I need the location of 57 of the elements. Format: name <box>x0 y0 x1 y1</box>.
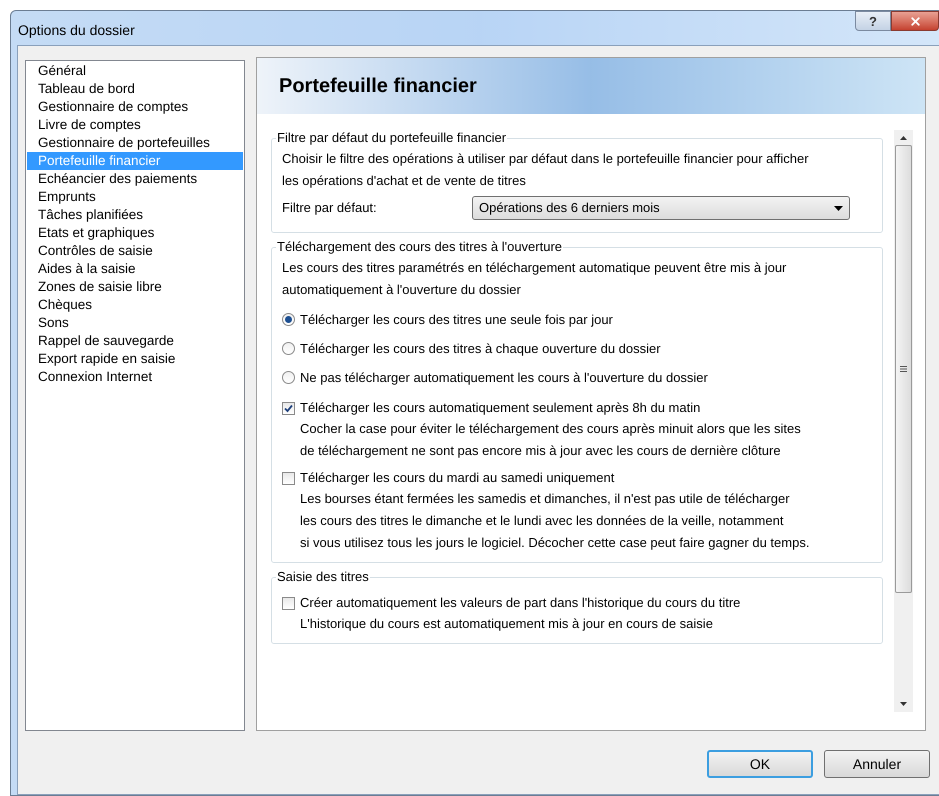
scroll-up-icon <box>900 136 907 140</box>
category-item[interactable]: Echéancier des paiements <box>27 170 243 188</box>
category-item[interactable]: Contrôles de saisie <box>27 242 243 260</box>
category-item[interactable]: Zones de saisie libre <box>27 278 243 296</box>
description-line: les opérations d'achat et de vente de titres <box>282 172 527 190</box>
radio-button[interactable] <box>282 342 295 355</box>
category-item[interactable]: Général <box>27 62 243 80</box>
checkmark-icon <box>284 404 293 412</box>
checkbox-label[interactable]: Télécharger les cours du mardi au samedi uniquement <box>300 468 614 488</box>
description-line: automatiquement à l'ouverture du dossier <box>282 281 522 299</box>
radio-button[interactable] <box>282 313 295 326</box>
description-line: de téléchargement ne sont pas encore mis à jour avec les cours de dernière clôture <box>300 442 782 460</box>
description-line: L'historique du cours est automatiquement mis à jour en cours de saisie <box>300 615 714 633</box>
window-title: Options du dossier <box>18 21 135 40</box>
category-item[interactable]: Tâches planifiées <box>27 206 243 224</box>
checkbox-label[interactable]: Télécharger les cours automatiquement seulement après 8h du matin <box>300 398 700 418</box>
scroll-down-icon <box>900 702 907 706</box>
category-item[interactable]: Emprunts <box>27 188 243 206</box>
category-item[interactable]: Livre de comptes <box>27 116 243 134</box>
description-line: Les cours des titres paramétrés en téléchargement automatique peuvent être mis à jour <box>282 259 788 277</box>
description-line: les cours des titres le dimanche et le lundi avec les données de la veille, notamment <box>300 512 784 530</box>
checkbox[interactable] <box>282 472 295 484</box>
field-label: Filtre par défaut: <box>282 199 378 218</box>
description-line: Les bourses étant fermées les samedis et dimanches, il n'est pas utile de télécharger <box>300 490 791 508</box>
category-item[interactable]: Etats et graphiques <box>27 224 243 242</box>
dialog-button[interactable]: Annuler <box>824 750 930 778</box>
category-item[interactable]: Sons <box>27 314 243 332</box>
category-item[interactable]: Aides à la saisie <box>27 260 243 278</box>
filter-dropdown[interactable]: Opérations des 6 derniers mois <box>472 196 850 220</box>
radio-label[interactable]: Télécharger les cours des titres une seule fois par jour <box>300 310 613 330</box>
category-item[interactable]: Chèques <box>27 296 243 314</box>
category-item[interactable]: Export rapide en saisie <box>27 350 243 368</box>
group-title: Filtre par défaut du portefeuille financier <box>276 130 508 146</box>
category-item[interactable]: Rappel de sauvegarde <box>27 332 243 350</box>
category-item[interactable]: Tableau de bord <box>27 80 243 98</box>
description-line: Choisir le filtre des opérations à utiliser par défaut dans le portefeuille financier pour afficher <box>282 150 810 168</box>
description-line: Cocher la case pour éviter le téléchargement des cours après minuit alors que les sites <box>300 420 802 438</box>
checkbox-label[interactable]: Créer automatiquement les valeurs de part dans l'historique du cours du titre <box>300 593 740 613</box>
grip-icon <box>900 366 907 372</box>
radio-label[interactable]: Ne pas télécharger automatiquement les cours à l'ouverture du dossier <box>300 368 708 388</box>
help-button[interactable]: ? <box>855 11 891 31</box>
radio-button[interactable] <box>282 371 295 384</box>
radio-label[interactable]: Télécharger les cours des titres à chaque ouverture du dossier <box>300 338 661 358</box>
category-item[interactable]: Gestionnaire de comptes <box>27 98 243 116</box>
group-title: Téléchargement des cours des titres à l'ouverture <box>276 239 564 255</box>
dropdown-arrow-icon <box>834 206 843 210</box>
checkbox[interactable] <box>282 402 295 414</box>
close-icon <box>908 14 922 28</box>
close-button[interactable] <box>891 11 939 31</box>
scrollbar[interactable] <box>894 130 913 712</box>
panel-title: Portefeuille financier <box>279 74 477 99</box>
scroll-thumb[interactable] <box>895 145 912 593</box>
dialog-button[interactable]: OK <box>707 750 813 778</box>
category-item[interactable]: Gestionnaire de portefeuilles <box>27 134 243 152</box>
description-line: si vous utilisez tous les jours le logiciel. Décocher cette case peut faire gagner du temps. <box>300 534 810 552</box>
category-item[interactable]: Connexion Internet <box>27 368 243 386</box>
checkbox[interactable] <box>282 596 295 610</box>
